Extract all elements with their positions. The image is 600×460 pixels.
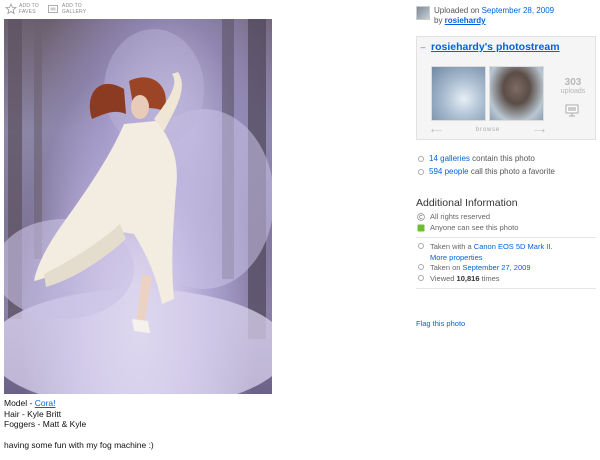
privacy-text: Anyone can see this photo [430,222,519,232]
model-link[interactable]: Cora! [35,398,56,408]
galleries-stat: 14 galleries contain this photo [416,152,596,165]
add-to-gallery-label: ADD TO GALLERY [61,2,87,15]
views-row: Viewed 10,816 times [416,274,596,285]
bullet-icon [416,263,425,274]
photostream-thumb-next[interactable] [489,66,544,121]
description-text: having some fun with my fog machine :) [4,439,154,450]
camera-link[interactable]: Canon EOS 5D Mark II. [474,242,553,251]
favorites-stat: 594 people call this photo a favorite [416,165,596,178]
uploader-info: Uploaded on September 28, 2009 by rosieh… [416,6,596,26]
model-credit: Model - Cora! [4,398,154,409]
photostream-title-link[interactable]: rosiehardy's photostream [431,41,560,53]
taken-prefix: Taken on [430,263,463,272]
license-text: All rights reserved [430,212,491,221]
divider [416,288,596,289]
bullet-icon [418,168,424,175]
upload-date-link[interactable]: September 28, 2009 [482,6,555,15]
upload-details: Uploaded on September 28, 2009 by rosieh… [434,6,554,26]
more-properties-link[interactable]: More properties [430,253,483,262]
privacy-row: Anyone can see this photo [416,223,596,234]
photo-actions: ADD TO FAVES ADD TO GALLERY [4,2,86,15]
photo-description: Model - Cora! Hair - Kyle Britt Foggers … [4,398,154,450]
photo-stats: 14 galleries contain this photo 594 peop… [416,152,596,178]
additional-info-title: Additional Information [416,197,518,209]
uploads-count[interactable]: 303 uploads [555,77,591,96]
photo-illustration [4,19,272,394]
add-to-faves-label: ADD TO FAVES [19,2,39,15]
main-photo[interactable] [4,19,272,394]
public-icon [416,223,425,234]
star-icon [4,2,17,15]
add-to-faves-button[interactable]: ADD TO FAVES [4,2,39,15]
model-prefix: Model - [4,398,35,408]
favorites-link[interactable]: 594 people [429,167,469,176]
camera-prefix: Taken with a [430,242,474,251]
slideshow-icon[interactable] [564,102,580,118]
username-link[interactable]: rosiehardy [445,16,486,25]
galleries-link[interactable]: 14 galleries [429,154,470,163]
bullet-icon [416,242,425,263]
camera-row: Taken with a Canon EOS 5D Mark II. More p… [416,242,596,263]
by-prefix: by [434,16,445,25]
collapse-toggle[interactable]: – [417,42,429,52]
license-row: All rights reserved [416,212,596,223]
foggers-credit: Foggers - Matt & Kyle [4,419,87,429]
sidebar: Uploaded on September 28, 2009 by rosieh… [416,6,596,328]
copyright-icon [416,212,425,223]
view-count: 10,816 [456,273,480,283]
hair-credit: Hair - Kyle Britt [4,408,62,419]
photostream-browse: ⟵ browse ⟶ [431,125,545,135]
viewed-prefix: Viewed [430,273,457,283]
additional-info: All rights reserved Anyone can see this … [416,212,596,293]
buddy-icon[interactable] [416,6,430,20]
taken-row: Taken on September 27, 2009 [416,263,596,274]
uploaded-prefix: Uploaded on [434,6,482,15]
add-to-gallery-button[interactable]: ADD TO GALLERY [47,2,86,15]
gallery-icon [47,2,60,15]
browse-next-arrow[interactable]: ⟶ [534,126,545,135]
viewed-suffix: times [479,273,500,283]
browse-link[interactable]: browse [476,127,500,133]
flag-photo-link[interactable]: Flag this photo [416,319,465,328]
bullet-icon [416,274,425,285]
photostream-thumb-previous[interactable] [431,66,486,121]
galleries-suffix: contain this photo [469,154,535,163]
taken-date-link[interactable]: September 27, 2009 [463,263,531,272]
browse-prev-arrow[interactable]: ⟵ [431,126,442,135]
photostream-box: – rosiehardy's photostream 303 uploads ⟵… [416,36,596,140]
favorites-suffix: call this photo a favorite [468,167,555,176]
photostream-header: – rosiehardy's photostream [417,37,595,57]
uploads-label: uploads [560,88,586,95]
bullet-icon [418,155,424,162]
uploads-number: 303 [564,77,582,88]
divider [416,237,596,238]
